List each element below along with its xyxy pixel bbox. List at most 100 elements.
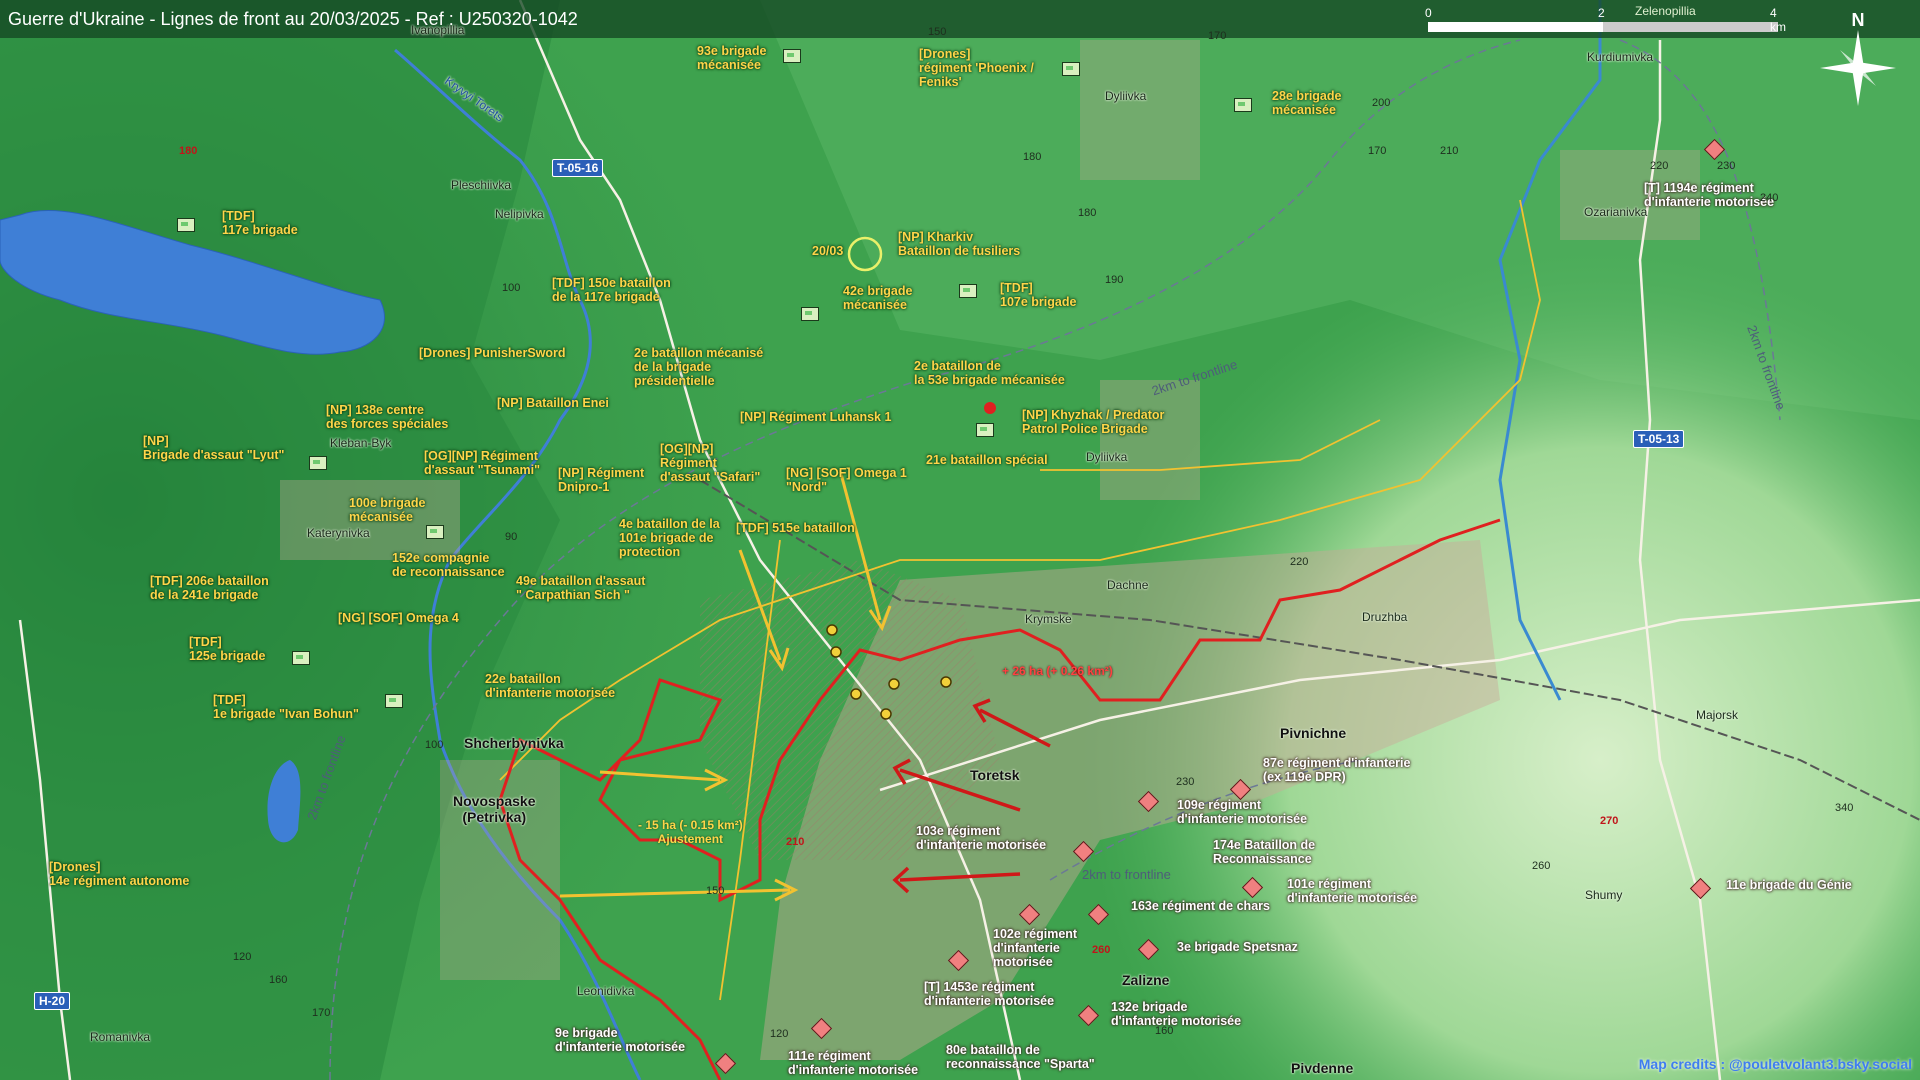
ua-unit-label[interactable]: 49e bataillon d'assaut " Carpathian Sich… — [516, 574, 645, 602]
unit-symbol-icon[interactable] — [177, 218, 195, 232]
ua-unit-label[interactable]: [NP] 138e centre des forces spéciales — [326, 403, 448, 431]
major-place-label: Shcherbynivka — [464, 735, 564, 751]
ua-unit-label[interactable]: 21e bataillon spécial — [926, 453, 1048, 467]
ru-unit-label[interactable]: 163e régiment de chars — [1131, 899, 1270, 913]
ua-unit-label[interactable]: 2e bataillon mécanisé de la brigade prés… — [634, 346, 763, 388]
map-credit[interactable]: Map credits : @pouletvolant3.bsky.social — [1639, 1056, 1912, 1072]
ua-unit-label[interactable]: [NP] Régiment Luhansk 1 — [740, 410, 891, 424]
ru-unit-label[interactable]: [T] 1453e régiment d'infanterie motorisé… — [924, 980, 1054, 1008]
ua-unit-label[interactable]: 22e bataillon d'infanterie motorisée — [485, 672, 615, 700]
ua-unit-label[interactable]: [OG][NP] Régiment d'assaut "Tsunami" — [424, 449, 540, 477]
place-label: Druzhba — [1362, 610, 1408, 624]
ru-unit-label[interactable]: 3e brigade Spetsnaz — [1177, 940, 1298, 954]
place-label: Nelipivka — [495, 207, 544, 221]
place-label: Kurdiumivka — [1587, 50, 1654, 64]
elevation-label: 240 — [1760, 192, 1779, 204]
place-label: Romanivka — [90, 1030, 151, 1044]
territory-loss-label: - 15 ha (- 0.15 km²) Ajustement — [638, 818, 743, 846]
unit-symbol-icon[interactable] — [1062, 62, 1080, 76]
road-badge: T-05-13 — [1633, 430, 1685, 448]
place-label: Dyliivka — [1105, 89, 1147, 103]
place-label: Katerynivka — [307, 526, 370, 540]
ua-unit-label[interactable]: [TDF] 117e brigade — [222, 209, 298, 237]
unit-symbol-icon[interactable] — [976, 423, 994, 437]
ru-unit-label[interactable]: [T] 1194e régiment d'infanterie motorisé… — [1644, 181, 1774, 209]
ru-unit-label[interactable]: 102e régiment d'infanterie motorisée — [993, 927, 1077, 969]
ru-unit-label[interactable]: 101e régiment d'infanterie motorisée — [1287, 877, 1417, 905]
map-canvas[interactable] — [0, 0, 1920, 1080]
ua-unit-label[interactable]: [NP] Brigade d'assaut "Lyut" — [143, 434, 284, 462]
unit-symbol-icon[interactable] — [309, 456, 327, 470]
ua-unit-label[interactable]: [NP] Khyzhak / Predator Patrol Police Br… — [1022, 408, 1164, 436]
elevation-label: 160 — [1155, 1025, 1174, 1037]
unit-symbol-icon[interactable] — [426, 525, 444, 539]
unit-symbol-icon[interactable] — [292, 651, 310, 665]
major-place-label: Pivnichne — [1280, 725, 1347, 741]
ua-unit-label[interactable]: [NG] [SOF] Omega 1 "Nord" — [786, 466, 907, 494]
ua-unit-label[interactable]: [NP] Kharkiv Bataillon de fusiliers — [898, 230, 1020, 258]
major-place-label: Toretsk — [970, 767, 1020, 783]
unit-symbol-icon[interactable] — [385, 694, 403, 708]
ua-unit-label[interactable]: [Drones] PunisherSword — [419, 346, 566, 360]
ua-unit-label[interactable]: [TDF] 150e bataillon de la 117e brigade — [552, 276, 671, 304]
ua-unit-label[interactable]: [Drones] régiment 'Phoenix / Feniks' — [919, 47, 1034, 89]
ua-unit-label[interactable]: [TDF] 107e brigade — [1000, 281, 1076, 309]
ua-unit-label[interactable]: 93e brigade mécanisée — [697, 44, 766, 72]
ua-unit-label[interactable]: 100e brigade mécanisée — [349, 496, 425, 524]
ua-unit-label[interactable]: [TDF] 515e bataillon — [736, 521, 855, 535]
unit-symbol-icon[interactable] — [1234, 98, 1252, 112]
place-label: Ozarianivka — [1584, 205, 1648, 219]
place-label: Majorsk — [1696, 708, 1739, 722]
ua-unit-label[interactable]: 152e compagnie de reconnaissance — [392, 551, 505, 579]
elevation-label: 150 — [928, 26, 947, 38]
scale-segment-1 — [1428, 22, 1603, 32]
ua-unit-label[interactable]: [NP] Bataillon Enei — [497, 396, 609, 410]
scale-place-label: Zelenopillia — [1635, 4, 1696, 18]
ru-unit-label[interactable]: 174e Bataillon de Reconnaissance — [1213, 838, 1315, 866]
place-label: Kleban-Byk — [330, 436, 392, 450]
ru-unit-label[interactable]: 11e brigade du Génie — [1726, 878, 1852, 892]
road-badge: T-05-16 — [552, 159, 604, 177]
scale-segment-2 — [1603, 22, 1778, 32]
unit-symbol-icon[interactable] — [959, 284, 977, 298]
major-place-label: Novospaske (Petrivka) — [453, 793, 536, 825]
ru-unit-label[interactable]: 9e brigade d'infanterie motorisée — [555, 1026, 685, 1054]
ua-unit-label[interactable]: 2e bataillon de la 53e brigade mécanisée — [914, 359, 1065, 387]
ru-unit-label[interactable]: 109e régiment d'infanterie motorisée — [1177, 798, 1307, 826]
elevation-label: 160 — [269, 974, 288, 986]
elevation-label: 230 — [1717, 160, 1736, 172]
elevation-label: 200 — [1372, 97, 1391, 109]
ua-unit-label[interactable]: 42e brigade mécanisée — [843, 284, 912, 312]
ua-unit-label[interactable]: [TDF] 206e bataillon de la 241e brigade — [150, 574, 269, 602]
ru-unit-label[interactable]: 87e régiment d'infanterie (ex 119e DPR) — [1263, 756, 1410, 784]
ua-unit-label[interactable]: 4e bataillon de la 101e brigade de prote… — [619, 517, 720, 559]
frontline-distance-label: 2km to frontline — [1082, 867, 1171, 882]
ua-unit-label[interactable]: [OG][NP] Régiment d'assaut "Safari" — [660, 442, 760, 484]
ru-unit-label[interactable]: 111e régiment d'infanterie motorisée — [788, 1049, 918, 1077]
ua-unit-label[interactable]: [Drones] 14e régiment autonome — [49, 860, 189, 888]
elevation-label-red: 210 — [786, 836, 805, 848]
red-event-marker — [984, 402, 996, 414]
elevation-label: 100 — [425, 739, 444, 751]
ua-unit-label[interactable]: [TDF] 125e brigade — [189, 635, 265, 663]
place-label: Shumy — [1585, 888, 1623, 902]
place-label: Krymske — [1025, 612, 1072, 626]
place-label: Dyliivka — [1086, 450, 1128, 464]
elevation-label: 210 — [1440, 145, 1459, 157]
elevation-label: 230 — [1176, 776, 1195, 788]
ua-unit-label[interactable]: 28e brigade mécanisée — [1272, 89, 1341, 117]
elevation-label: 120 — [233, 951, 252, 963]
ua-unit-label[interactable]: [NG] [SOF] Omega 4 — [338, 611, 459, 625]
elevation-label: 220 — [1290, 556, 1309, 568]
ru-unit-label[interactable]: 80e bataillon de reconnaissance "Sparta" — [946, 1043, 1095, 1071]
ru-unit-label[interactable]: 132e brigade d'infanterie motorisée — [1111, 1000, 1241, 1028]
place-label: Leonidivka — [577, 984, 635, 998]
scale-label-0: 0 — [1425, 6, 1432, 20]
elevation-label: 180 — [1078, 207, 1097, 219]
elevation-label: 190 — [1105, 274, 1124, 286]
ru-unit-label[interactable]: 103e régiment d'infanterie motorisée — [916, 824, 1046, 852]
unit-symbol-icon[interactable] — [783, 49, 801, 63]
ua-unit-label[interactable]: [NP] Régiment Dnipro-1 — [558, 466, 644, 494]
unit-symbol-icon[interactable] — [801, 307, 819, 321]
ua-unit-label[interactable]: [TDF] 1e brigade "Ivan Bohun" — [213, 693, 359, 721]
